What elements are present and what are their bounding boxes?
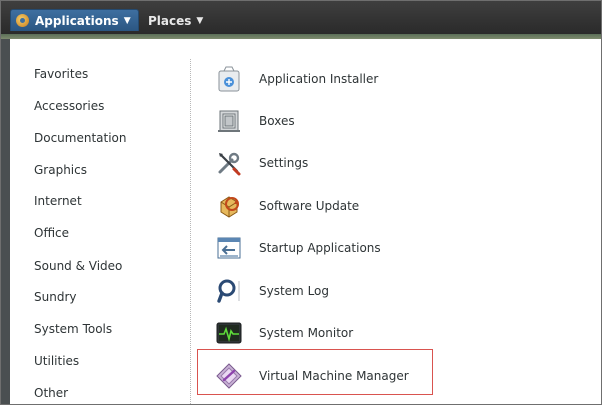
applications-label: Applications bbox=[35, 13, 119, 28]
app-system-log[interactable]: System Log bbox=[215, 273, 575, 309]
system-monitor-icon bbox=[216, 322, 242, 344]
category-documentation[interactable]: Documentation bbox=[34, 130, 127, 146]
settings-tools-icon bbox=[218, 152, 241, 176]
selection-highlight-box bbox=[197, 349, 433, 395]
category-sundry[interactable]: Sundry bbox=[34, 289, 76, 305]
app-label: Boxes bbox=[259, 114, 295, 128]
package-installer-icon bbox=[218, 66, 240, 92]
app-label: Application Installer bbox=[259, 72, 379, 86]
distribution-logo-icon bbox=[16, 14, 29, 27]
places-menu-button[interactable]: Places ▼ bbox=[148, 12, 203, 30]
chevron-down-icon: ▼ bbox=[123, 15, 131, 26]
app-system-monitor[interactable]: System Monitor bbox=[215, 315, 575, 351]
category-other[interactable]: Other bbox=[34, 385, 68, 401]
category-accessories[interactable]: Accessories bbox=[34, 98, 104, 114]
applications-menu-button[interactable]: Applications ▼ bbox=[10, 9, 139, 31]
category-internet[interactable]: Internet bbox=[34, 193, 82, 209]
category-utilities[interactable]: Utilities bbox=[34, 353, 79, 369]
column-divider bbox=[190, 59, 191, 404]
category-sound-video[interactable]: Sound & Video bbox=[34, 258, 122, 274]
app-label: Software Update bbox=[259, 199, 360, 213]
software-update-icon bbox=[220, 196, 239, 218]
category-graphics[interactable]: Graphics bbox=[34, 162, 87, 178]
category-favorites[interactable]: Favorites bbox=[34, 66, 88, 82]
app-label: Startup Applications bbox=[259, 241, 381, 255]
app-startup-applications[interactable]: Startup Applications bbox=[215, 230, 575, 266]
app-boxes[interactable]: Boxes bbox=[215, 103, 575, 139]
boxes-icon bbox=[218, 110, 240, 132]
system-log-icon bbox=[217, 279, 240, 303]
app-software-update[interactable]: Software Update bbox=[215, 188, 575, 224]
top-panel: Applications ▼ Places ▼ bbox=[1, 1, 601, 34]
places-label: Places bbox=[148, 14, 192, 28]
category-office[interactable]: Office bbox=[34, 225, 69, 241]
startup-applications-icon bbox=[217, 237, 241, 259]
app-label: System Log bbox=[259, 284, 329, 298]
screenshot-frame: Applications ▼ Places ▼ Favorites Access… bbox=[0, 0, 602, 405]
app-settings[interactable]: Settings bbox=[215, 145, 575, 181]
category-system-tools[interactable]: System Tools bbox=[34, 321, 112, 337]
chevron-down-icon: ▼ bbox=[196, 16, 204, 26]
app-application-installer[interactable]: Application Installer bbox=[215, 61, 575, 97]
app-label: System Monitor bbox=[259, 326, 354, 340]
desktop-edge bbox=[1, 39, 10, 404]
app-label: Settings bbox=[259, 156, 309, 170]
